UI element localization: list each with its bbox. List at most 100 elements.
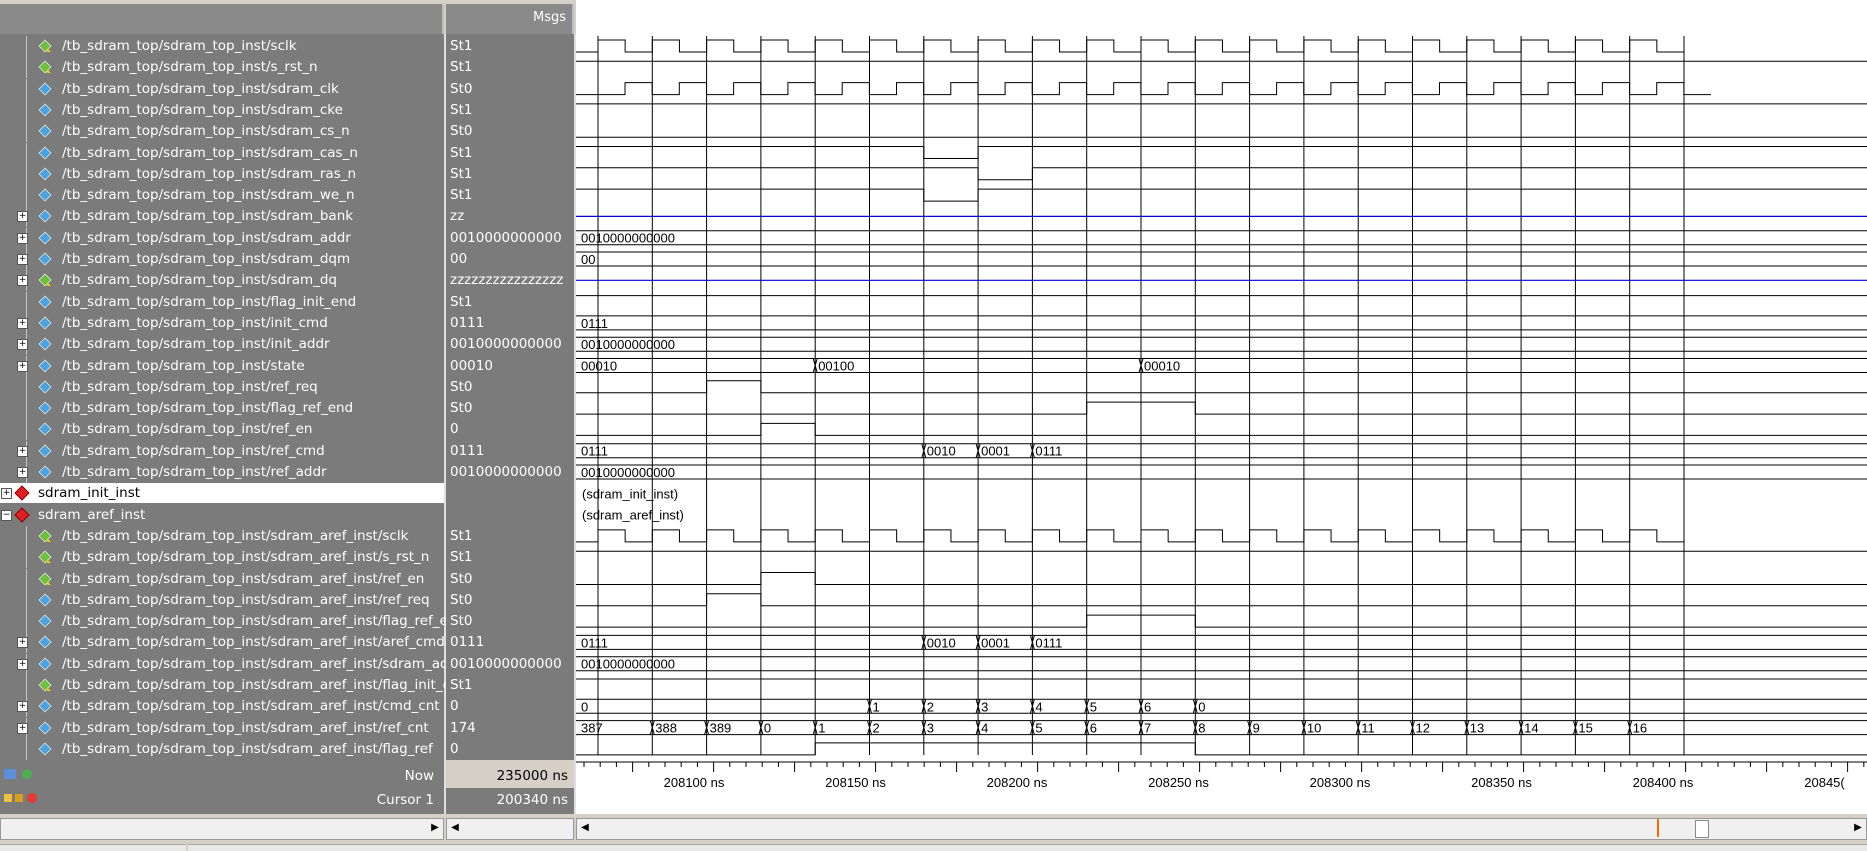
signal-row[interactable]: /tb_sdram_top/sdram_top_inst/sdram_we_n [0,185,444,207]
expand-icon[interactable]: + [1,488,12,500]
signal-row[interactable]: /tb_sdram_top/sdram_top_inst/flag_ref_en… [0,398,444,420]
expand-icon[interactable]: + [17,211,28,223]
signal-row[interactable]: /tb_sdram_top/sdram_top_inst/sdram_aref_… [0,738,444,760]
signal-row[interactable]: + /tb_sdram_top/sdram_top_inst/ref_addr [0,462,444,483]
signal-row[interactable]: + /tb_sdram_top/sdram_top_inst/sdram_aref… [0,696,444,718]
scroll-left-icon[interactable]: ◀ [447,819,463,837]
tree-line [26,376,27,398]
expand-icon[interactable]: + [17,701,28,713]
signal-row[interactable]: + /tb_sdram_top/sdram_top_inst/sdram_aref… [0,632,445,654]
signal-icon [38,188,52,202]
scroll-thumb[interactable] [1695,820,1709,838]
signal-value: St1 [450,165,473,182]
signal-row[interactable]: + /tb_sdram_top/sdram_top_inst/init_addr [0,334,444,356]
signal-row[interactable]: + /tb_sdram_top/sdram_top_inst/sdram_dq [0,270,444,292]
signal-name: /tb_sdram_top/sdram_top_inst/ref_en [62,421,313,438]
signal-row[interactable]: /tb_sdram_top/sdram_top_inst/sdram_ras_n [0,163,444,185]
signal-name-pane[interactable]: /tb_sdram_top/sdram_top_inst/sclk/tb_sdr… [0,34,468,760]
bus-value: 0010 [927,444,956,459]
signal-row[interactable]: /tb_sdram_top/sdram_top_inst/sdram_cs_n [0,121,444,143]
bus-value: 0111 [1035,444,1062,459]
bus-value: 15 [1578,721,1592,736]
signal-icon [38,380,52,394]
signal-row[interactable]: + sdram_init_inst [0,483,444,504]
signal-row[interactable]: /tb_sdram_top/sdram_top_inst/sdram_cas_n [0,142,444,164]
signal-row[interactable]: /tb_sdram_top/sdram_top_inst/sdram_cke [0,99,444,121]
signal-icon [38,721,52,735]
expand-icon[interactable]: + [17,254,28,265]
values-scrollbar[interactable]: ◀ [446,818,574,840]
signal-row[interactable]: + /tb_sdram_top/sdram_top_inst/state [0,355,444,377]
bus-value: 3 [981,699,988,714]
now-value: 235000 ns [496,768,568,784]
bus-value: 3 [927,721,934,736]
wave-scrollbar[interactable]: ◀ ▶ [576,818,1867,840]
signal-name: /tb_sdram_top/sdram_top_inst/sdram_aref_… [62,634,445,651]
signal-name: /tb_sdram_top/sdram_top_inst/s_rst_n [62,59,318,76]
instance-diamond-icon [14,506,30,523]
expand-icon[interactable]: + [17,339,28,351]
signal-row[interactable]: + /tb_sdram_top/sdram_top_inst/sdram_aref… [0,717,444,739]
add-cursor-icon[interactable] [4,767,34,781]
expand-icon[interactable]: + [17,637,28,649]
signal-row[interactable]: + /tb_sdram_top/sdram_top_inst/init_cmd [0,312,444,334]
signal-row[interactable]: /tb_sdram_top/sdram_top_inst/flag_init_e… [0,291,444,313]
expand-icon[interactable]: + [17,360,28,372]
signal-name: /tb_sdram_top/sdram_top_inst/sdram_cs_n [62,123,350,140]
clock-trace [576,82,1711,96]
signal-icon [38,422,52,436]
signal-row[interactable]: + /tb_sdram_top/sdram_top_inst/sdram_dqm [0,249,444,270]
now-label: Now [404,768,434,784]
time-label: 208250 ns [1148,775,1209,790]
signal-row[interactable]: + /tb_sdram_top/sdram_top_inst/sdram_aref… [0,653,463,675]
signal-row[interactable]: /tb_sdram_top/sdram_top_inst/sdram_aref_… [0,611,465,633]
signal-row[interactable]: /tb_sdram_top/sdram_top_inst/s_rst_n [0,57,444,79]
collapse-icon[interactable]: − [1,509,12,521]
signal-row[interactable]: /tb_sdram_top/sdram_top_inst/sdram_clk [0,78,444,100]
clock-trace [576,529,1684,543]
expand-icon[interactable]: + [17,658,28,670]
tree-line [26,398,27,420]
signal-row[interactable]: + /tb_sdram_top/sdram_top_inst/sdram_addr [0,227,444,249]
bus-value: 11 [1361,721,1375,736]
expand-icon[interactable]: + [17,445,28,457]
time-label: 208200 ns [987,775,1048,790]
signal-name: /tb_sdram_top/sdram_top_inst/init_addr [62,336,330,353]
clock-trace [576,39,1684,53]
bus-value: 0001 [981,444,1010,459]
bus-value: 16 [1633,721,1647,736]
cursor-tools-icon[interactable] [4,791,38,805]
signal-value: 0010000000000 [450,655,562,672]
expand-icon[interactable]: + [17,722,28,734]
signal-row[interactable]: /tb_sdram_top/sdram_top_inst/ref_req [0,376,444,398]
signal-row[interactable]: − sdram_aref_inst [0,505,444,526]
signal-row[interactable]: /tb_sdram_top/sdram_top_inst/sdram_aref_… [0,675,468,696]
signal-value: St1 [450,677,473,693]
waveform-canvas[interactable]: 0010000000000000111001000000000000010 001… [576,0,1867,760]
scroll-right-icon[interactable]: ▶ [427,819,443,837]
expand-icon[interactable]: + [17,275,28,287]
time-label: 20845( [1804,775,1845,790]
expand-icon[interactable]: + [17,317,28,329]
signal-row[interactable]: /tb_sdram_top/sdram_top_inst/sdram_aref_… [0,525,444,547]
signal-value: St0 [450,591,473,608]
waveform-pane[interactable]: 0010000000000 00 0111 0010000000000 00010 001… [576,0,1867,760]
signal-row[interactable]: /tb_sdram_top/sdram_top_inst/sdram_aref_… [0,568,444,590]
tree-line [26,589,27,611]
signal-row[interactable]: /tb_sdram_top/sdram_top_inst/ref_en [0,419,444,441]
signal-value: St1 [450,101,473,118]
expand-icon[interactable]: + [17,467,28,478]
signal-name: /tb_sdram_top/sdram_top_inst/ref_cmd [62,442,325,459]
signal-row[interactable]: + /tb_sdram_top/sdram_top_inst/sdram_bank [0,206,444,228]
signal-value-pane[interactable]: St1 St1 St0 St1 St0 St1 St1 St1 zz 0010000000000 0… [446,34,576,760]
footer-values: 235000 ns 200340 ns [446,760,576,814]
signal-icon [38,103,52,117]
scroll-left-icon[interactable]: ◀ [577,819,593,837]
signal-row[interactable]: /tb_sdram_top/sdram_top_inst/sclk [0,36,444,57]
signal-row[interactable]: /tb_sdram_top/sdram_top_inst/sdram_aref_… [0,589,444,611]
scroll-right-icon[interactable]: ▶ [1850,819,1866,837]
signal-row[interactable]: + /tb_sdram_top/sdram_top_inst/ref_cmd [0,440,444,462]
names-scrollbar[interactable]: ▶ [0,818,444,840]
expand-icon[interactable]: + [17,232,28,244]
signal-row[interactable]: /tb_sdram_top/sdram_top_inst/sdram_aref_… [0,547,444,569]
